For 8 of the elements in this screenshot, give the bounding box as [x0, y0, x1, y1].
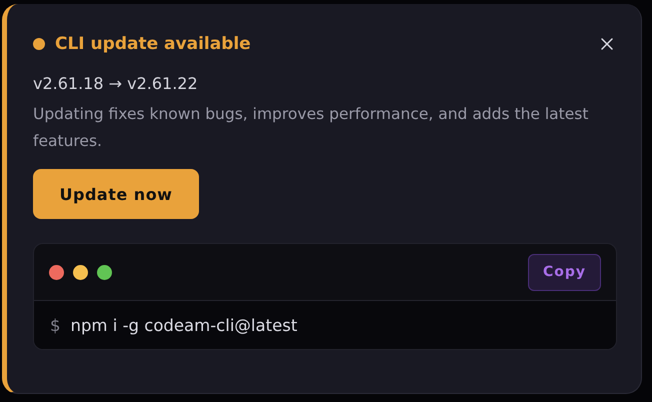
status-dot: [33, 38, 45, 50]
notification-title: CLI update available: [55, 34, 252, 54]
prompt-symbol: $: [50, 316, 60, 334]
update-button[interactable]: Update now: [33, 169, 199, 219]
command-text: npm i -g codeam-cli@latest: [70, 316, 298, 334]
description-text: Updating fixes known bugs, improves performance, and adds the latest features.: [33, 104, 590, 152]
copy-button[interactable]: Copy: [528, 254, 601, 290]
version-text: v2.61.18 → v2.61.22: [33, 74, 199, 93]
